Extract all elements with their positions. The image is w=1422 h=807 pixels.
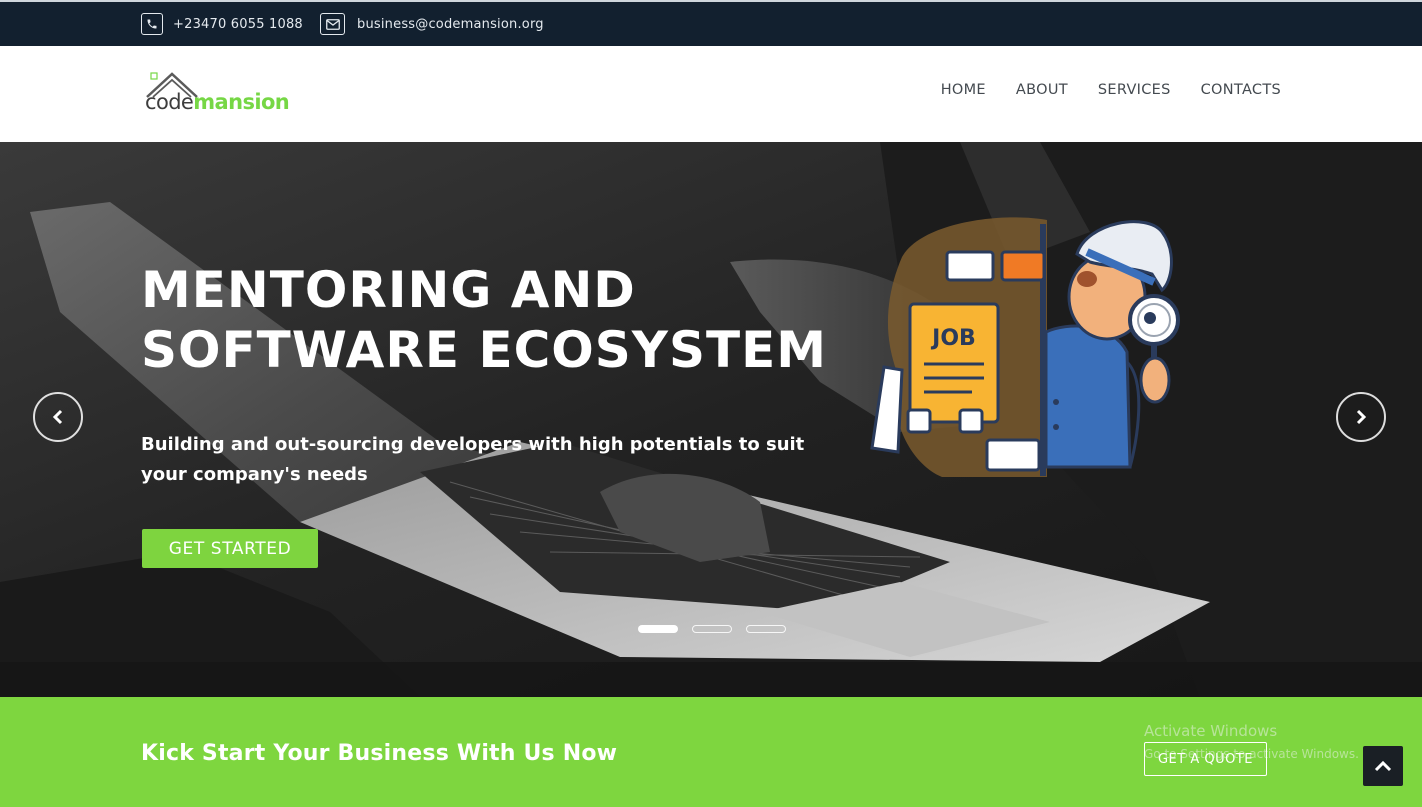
- logo-text-mansion: mansion: [193, 90, 290, 114]
- slider-dot-3[interactable]: [746, 625, 786, 633]
- slider-prev-button[interactable]: [33, 392, 83, 442]
- job-sign-text: JOB: [930, 326, 976, 351]
- hero-title-line1: MENTORING AND: [141, 261, 636, 319]
- chevron-right-icon: [1356, 409, 1367, 425]
- slider-dot-2[interactable]: [692, 625, 732, 633]
- nav-services[interactable]: SERVICES: [1098, 82, 1171, 98]
- laptop-background-image: [0, 142, 1422, 697]
- nav-about[interactable]: ABOUT: [1016, 82, 1068, 98]
- chevron-up-icon: [1374, 760, 1392, 772]
- phone-icon: [141, 13, 163, 35]
- logo-wordmark: codemansion: [145, 90, 290, 114]
- activate-windows-title: Activate Windows: [1144, 722, 1278, 740]
- hero-subtitle: Building and out-sourcing developers wit…: [141, 434, 805, 485]
- main-nav: HOME ABOUT SERVICES CONTACTS: [911, 82, 1281, 98]
- nav-contacts[interactable]: CONTACTS: [1201, 82, 1281, 98]
- nav-home[interactable]: HOME: [941, 82, 986, 98]
- envelope-icon: [320, 13, 345, 35]
- email-address: business@codemansion.org: [357, 16, 544, 32]
- back-to-top-button[interactable]: [1363, 746, 1403, 786]
- phone-number: +23470 6055 1088: [173, 16, 303, 32]
- slider-dot-1[interactable]: [638, 625, 678, 633]
- email-contact[interactable]: business@codemansion.org: [320, 13, 544, 35]
- job-search-illustration: JOB: [870, 217, 1180, 477]
- logo-text-code: code: [145, 90, 194, 114]
- get-started-button[interactable]: GET STARTED: [142, 529, 318, 568]
- chevron-left-icon: [52, 409, 63, 425]
- hero-slider: MENTORING AND SOFTWARE ECOSYSTEM Buildin…: [0, 142, 1422, 697]
- cta-heading: Kick Start Your Business With Us Now: [141, 741, 618, 766]
- site-header: codemansion HOME ABOUT SERVICES CONTACTS: [0, 46, 1422, 142]
- cta-band: Kick Start Your Business With Us Now Act…: [0, 697, 1422, 807]
- slider-next-button[interactable]: [1336, 392, 1386, 442]
- get-a-quote-button[interactable]: GET A QUOTE: [1144, 742, 1267, 776]
- codemansion-logo[interactable]: codemansion: [145, 70, 295, 118]
- slider-indicators: [638, 625, 786, 633]
- top-contact-bar: +23470 6055 1088 business@codemansion.or…: [0, 0, 1422, 46]
- hero-title-line2: SOFTWARE ECOSYSTEM: [141, 321, 828, 379]
- hero-title: MENTORING AND SOFTWARE ECOSYSTEM: [141, 260, 841, 380]
- phone-contact[interactable]: +23470 6055 1088: [141, 13, 303, 35]
